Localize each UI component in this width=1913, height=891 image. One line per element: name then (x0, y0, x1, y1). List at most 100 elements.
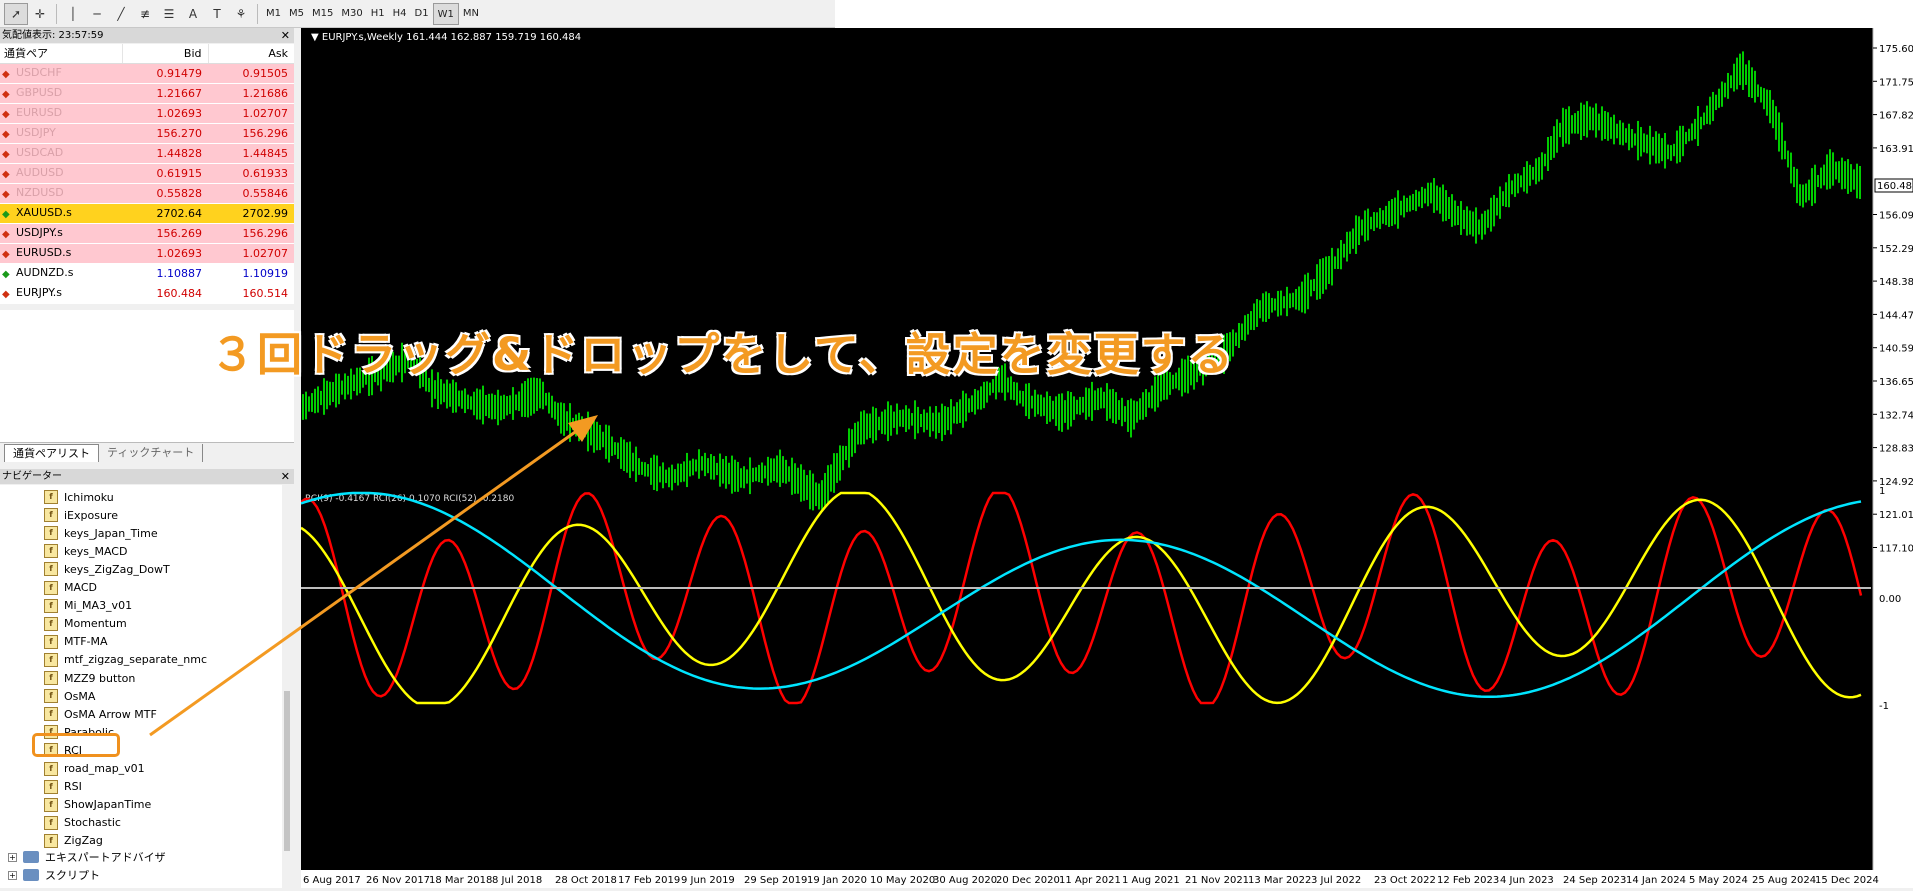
cursor-icon[interactable]: ➚ (4, 2, 28, 25)
horizontal-line-icon[interactable]: ─ (85, 3, 109, 25)
indicator-level-label: 0.00 (1879, 594, 1901, 605)
chart-canvas[interactable]: ▼ EURJPY.s,Weekly 161.444 162.887 159.71… (300, 28, 1913, 888)
market-watch-tabs: 通貨ペアリスト ティックチャート (0, 442, 294, 462)
indicator-item[interactable]: f road_map_v01 (44, 760, 145, 778)
indicator-label: road_map_v01 (64, 762, 145, 775)
indicator-item[interactable]: f keys_MACD (44, 542, 127, 560)
indicator-label: keys_Japan_Time (64, 526, 158, 540)
market-row[interactable]: ◆ AUDNZD.s 1.10887 1.10919 (0, 263, 294, 284)
market-row[interactable]: ◆ EURUSD.s 1.02693 1.02707 (0, 243, 294, 264)
close-icon[interactable]: ✕ (281, 28, 290, 43)
folder-icon (23, 869, 39, 881)
crosshair-icon[interactable]: ✛ (28, 3, 52, 25)
expand-icon[interactable]: + (8, 870, 17, 880)
indicator-item[interactable]: f Stochastic (44, 814, 121, 832)
timeframe-h4[interactable]: H4 (389, 3, 411, 25)
bid-cell: 1.02693 (122, 103, 208, 124)
market-row[interactable]: ◆ XAUUSD.s 2702.64 2702.99 (0, 203, 294, 224)
indicator-item[interactable]: f keys_Japan_Time (44, 524, 158, 542)
timeframe-m5[interactable]: M5 (285, 3, 308, 25)
indicator-item[interactable]: f MZZ9 button (44, 669, 135, 687)
indicator-separator[interactable] (301, 587, 1871, 589)
indicator-icon: f (44, 634, 58, 649)
market-row[interactable]: ◆ USDCHF 0.91479 0.91505 (0, 63, 294, 84)
symbol-cell[interactable]: ◆ NZDUSD (0, 183, 122, 204)
navigator-folder[interactable]: + エキスパートアドバイザ (8, 848, 166, 866)
symbol-cell[interactable]: ◆ AUDNZD.s (0, 263, 122, 284)
indicator-label: Ichimoku (64, 490, 114, 504)
indicator-item[interactable]: f MTF-MA (44, 633, 108, 651)
vertical-line-icon[interactable]: │ (61, 3, 85, 25)
indicator-label: MACD (64, 581, 97, 594)
symbol-cell[interactable]: ◆ AUDUSD (0, 163, 122, 184)
timeframe-m30[interactable]: M30 (337, 3, 366, 25)
price-label: 140.595 (1879, 344, 1913, 355)
symbol-name: AUDUSD (16, 166, 64, 179)
symbol-cell[interactable]: ◆ USDJPY.s (0, 223, 122, 244)
indicator-item[interactable]: f ShowJapanTime (44, 796, 151, 814)
arrow-up-icon: ◆ (2, 269, 10, 280)
text-icon[interactable]: A (181, 3, 205, 25)
date-label: 28 Oct 2018 (555, 875, 617, 886)
indicator-item[interactable]: f keys_ZigZag_DowT (44, 560, 170, 578)
indicator-label: Mi_MA3_v01 (64, 599, 133, 613)
symbol-cell[interactable]: ◆ EURUSD (0, 103, 122, 124)
indicator-item[interactable]: f Ichimoku (44, 488, 114, 506)
symbol-cell[interactable]: ◆ USDJPY (0, 123, 122, 144)
symbol-name: EURJPY.s (16, 286, 62, 299)
indicator-icon: f (44, 544, 58, 559)
column-ask[interactable]: Ask (207, 44, 294, 64)
timeframe-mn[interactable]: MN (459, 3, 483, 25)
timeframe-h1[interactable]: H1 (367, 3, 389, 25)
shapes-icon[interactable]: ⚘ (229, 3, 253, 25)
timeframe-m1[interactable]: M1 (262, 3, 285, 25)
indicator-item[interactable]: f OsMA Arrow MTF (44, 705, 157, 723)
symbol-cell[interactable]: ◆ EURUSD.s (0, 243, 122, 264)
column-bid[interactable]: Bid (121, 44, 208, 64)
date-label: 11 Apr 2021 (1059, 875, 1121, 886)
timeframe-d1[interactable]: D1 (411, 3, 433, 25)
market-row[interactable]: ◆ AUDUSD 0.61915 0.61933 (0, 163, 294, 184)
bid-cell: 156.269 (122, 223, 208, 244)
symbol-cell[interactable]: ◆ XAUUSD.s (0, 203, 122, 224)
indicator-item[interactable]: f RSI (44, 778, 82, 796)
indicator-item[interactable]: f Momentum (44, 615, 127, 633)
text-label-icon[interactable]: T (205, 3, 229, 25)
price-label: 175.605 (1879, 44, 1913, 55)
indicator-item[interactable]: f MACD (44, 579, 97, 597)
arrow-down-icon: ◆ (2, 229, 10, 240)
trendline-icon[interactable]: ╱ (109, 3, 133, 25)
market-row[interactable]: ◆ USDJPY 156.270 156.296 (0, 123, 294, 144)
arrow-down-icon: ◆ (2, 129, 10, 140)
market-row[interactable]: ◆ USDJPY.s 156.269 156.296 (0, 223, 294, 244)
navigator-scrollbar[interactable] (282, 485, 294, 888)
channel-icon[interactable]: ≢ (133, 3, 157, 25)
market-row[interactable]: ◆ EURJPY.s 160.484 160.514 (0, 283, 294, 304)
timeframe-m15[interactable]: M15 (308, 3, 337, 25)
bid-cell: 1.02693 (122, 243, 208, 264)
tab-tick-chart[interactable]: ティックチャート (99, 444, 204, 462)
symbol-cell[interactable]: ◆ GBPUSD (0, 83, 122, 104)
market-row[interactable]: ◆ NZDUSD 0.55828 0.55846 (0, 183, 294, 204)
scrollbar-thumb[interactable] (284, 691, 290, 851)
date-label: 6 Aug 2017 (303, 875, 361, 886)
indicator-item[interactable]: f iExposure (44, 506, 118, 524)
indicator-label: Stochastic (64, 816, 121, 830)
column-symbol[interactable]: 通貨ペア (0, 44, 122, 64)
navigator-folder[interactable]: + スクリプト (8, 866, 100, 884)
close-icon[interactable]: ✕ (281, 469, 290, 484)
market-row[interactable]: ◆ EURUSD 1.02693 1.02707 (0, 103, 294, 124)
tab-symbols[interactable]: 通貨ペアリスト (4, 444, 99, 462)
expand-icon[interactable]: + (8, 852, 17, 862)
symbol-cell[interactable]: ◆ USDCAD (0, 143, 122, 164)
indicator-item[interactable]: f mtf_zigzag_separate_nmc (44, 651, 207, 669)
indicator-item[interactable]: f OsMA (44, 687, 95, 705)
fibonacci-icon[interactable]: ☰ (157, 3, 181, 25)
market-row[interactable]: ◆ USDCAD 1.44828 1.44845 (0, 143, 294, 164)
symbol-cell[interactable]: ◆ EURJPY.s (0, 283, 122, 304)
symbol-cell[interactable]: ◆ USDCHF (0, 63, 122, 84)
chart-area[interactable]: ▼ EURJPY.s,Weekly 161.444 162.887 159.71… (300, 28, 1913, 888)
indicator-item[interactable]: f Mi_MA3_v01 (44, 597, 132, 615)
timeframe-w1[interactable]: W1 (432, 2, 459, 25)
market-row[interactable]: ◆ GBPUSD 1.21667 1.21686 (0, 83, 294, 104)
